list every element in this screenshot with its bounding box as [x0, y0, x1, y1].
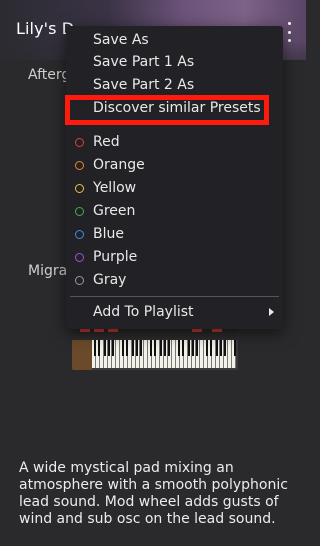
part-1-label: Afterg [28, 67, 71, 83]
color-dot-gray-icon [75, 276, 84, 285]
menu-item-add-to-playlist[interactable]: Add To Playlist [93, 304, 194, 320]
color-dot-green-icon [75, 207, 84, 216]
preset-context-menu: Save As Save Part 1 As Save Part 2 As Di… [66, 26, 283, 329]
color-dot-orange-icon [75, 161, 84, 170]
menu-item-color-purple[interactable]: Purple [93, 249, 137, 265]
chevron-right-icon [269, 308, 274, 316]
color-dot-purple-icon [75, 253, 84, 262]
part-2-label: Migra [28, 263, 68, 279]
color-dot-red-icon [75, 138, 84, 147]
color-dot-yellow-icon [75, 184, 84, 193]
menu-item-color-green[interactable]: Green [93, 203, 135, 219]
menu-item-save-as[interactable]: Save As [93, 32, 149, 48]
menu-item-color-red[interactable]: Red [93, 134, 120, 150]
preset-description: A wide mystical pad mixing an atmosphere… [19, 460, 288, 527]
color-dot-blue-icon [75, 230, 84, 239]
menu-item-color-yellow[interactable]: Yellow [93, 180, 136, 196]
menu-item-save-part-2-as[interactable]: Save Part 2 As [93, 77, 194, 93]
more-vertical-icon[interactable] [281, 22, 297, 42]
menu-item-color-blue[interactable]: Blue [93, 226, 124, 242]
menu-item-save-part-1-as[interactable]: Save Part 1 As [93, 54, 194, 70]
menu-item-color-orange[interactable]: Orange [93, 157, 145, 173]
menu-item-color-gray[interactable]: Gray [93, 272, 126, 288]
menu-divider [70, 296, 279, 297]
highlight-annotation-box [65, 95, 269, 125]
